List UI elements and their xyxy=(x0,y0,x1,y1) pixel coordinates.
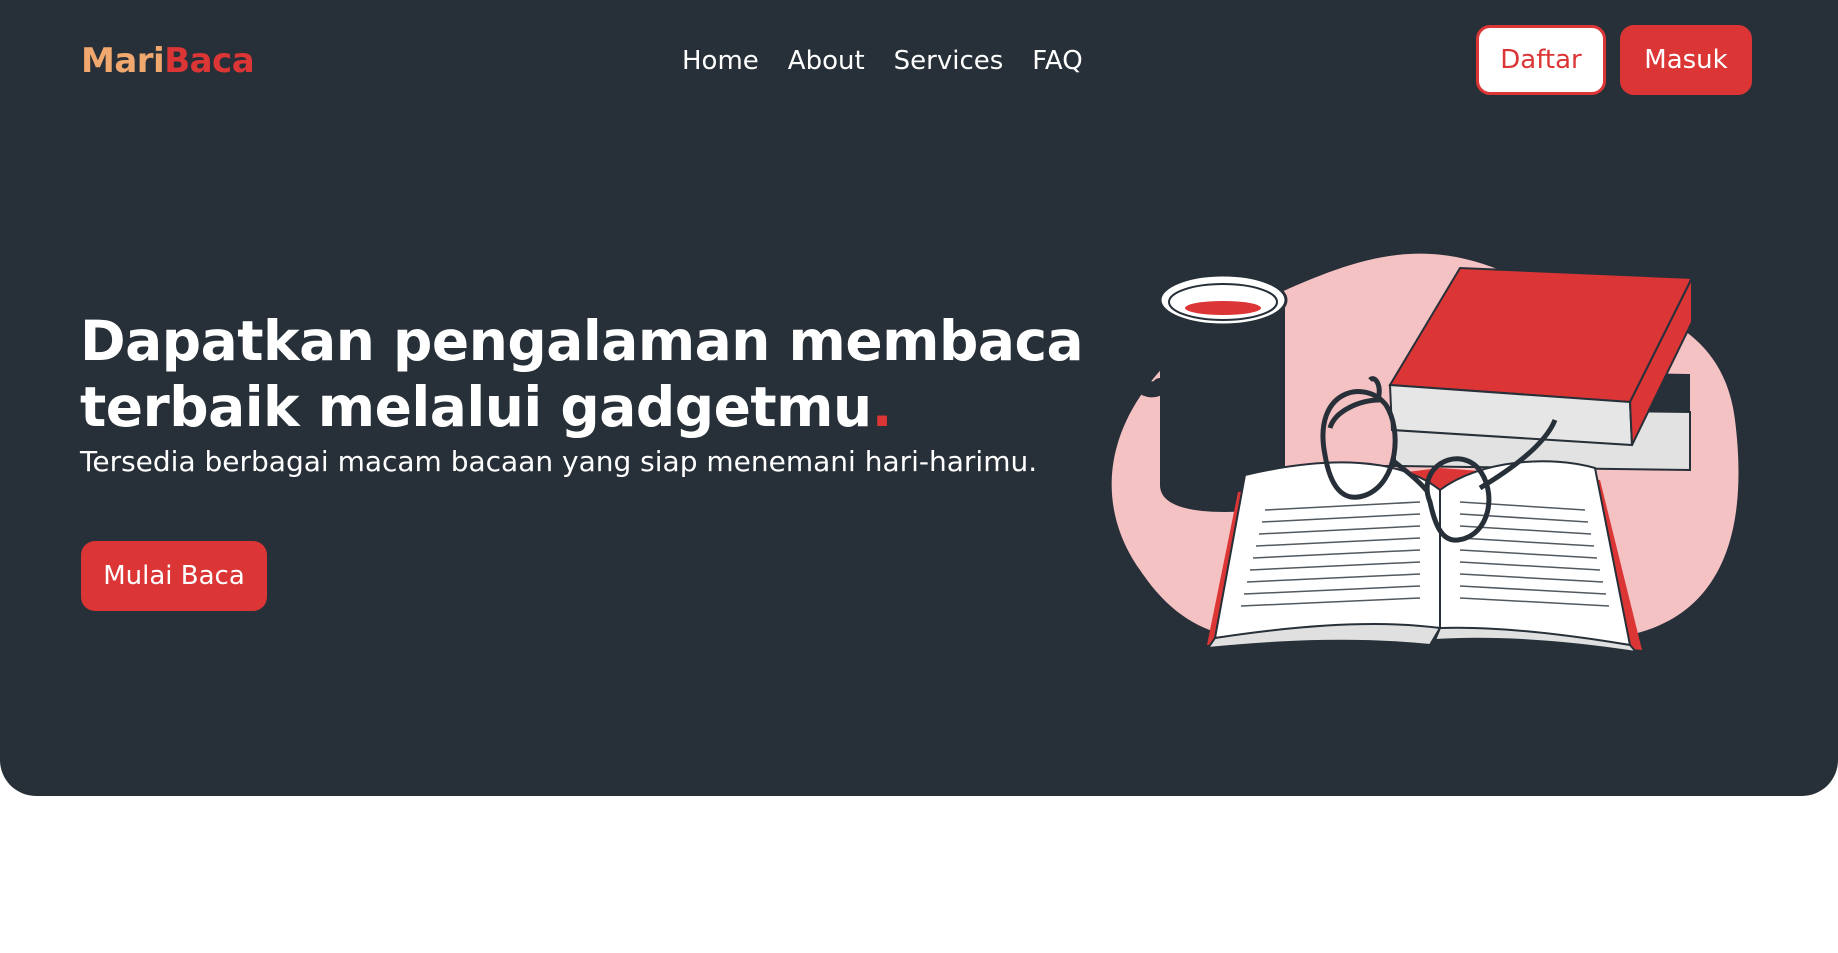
hero-headline: Dapatkan pengalaman membaca terbaik melal… xyxy=(80,308,1084,440)
reading-illustration xyxy=(1111,253,1739,654)
brand-logo-part1: Mari xyxy=(81,41,165,81)
start-reading-button[interactable]: Mulai Baca xyxy=(81,541,267,611)
register-button[interactable]: Daftar xyxy=(1476,25,1606,95)
brand-logo-part2: Baca xyxy=(164,41,255,81)
nav-link-services[interactable]: Services xyxy=(894,40,1004,82)
hero-headline-line1: Dapatkan pengalaman membaca xyxy=(80,309,1084,373)
nav-link-faq[interactable]: FAQ xyxy=(1032,40,1082,82)
nav-link-home[interactable]: Home xyxy=(682,40,759,82)
nav-links: Home About Services FAQ xyxy=(682,40,1083,82)
login-button[interactable]: Masuk xyxy=(1620,25,1752,95)
hero-headline-line2: terbaik melalui gadgetmu xyxy=(80,375,872,439)
nav-link-about[interactable]: About xyxy=(788,40,865,82)
hero-subtitle: Tersedia berbagai macam bacaan yang siap… xyxy=(80,445,1038,478)
hero-section: MariBaca Home About Services FAQ Daftar … xyxy=(0,0,1838,796)
brand-logo[interactable]: MariBaca xyxy=(81,36,255,86)
navbar: MariBaca Home About Services FAQ Daftar … xyxy=(0,0,1838,122)
hero-headline-dot: . xyxy=(871,375,893,439)
